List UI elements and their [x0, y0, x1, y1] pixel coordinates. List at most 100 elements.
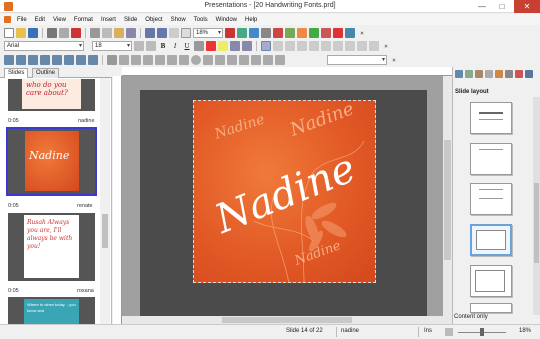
more-icon[interactable]: »	[357, 28, 367, 38]
indent-icon[interactable]	[345, 40, 355, 51]
properties-icon[interactable]	[505, 70, 513, 78]
canvas-horizontal-scrollbar[interactable]	[122, 316, 444, 324]
pdf-icon[interactable]	[71, 27, 81, 38]
transition-icon[interactable]	[485, 70, 493, 78]
animation-icon[interactable]	[495, 70, 503, 78]
redo-icon[interactable]	[157, 27, 167, 38]
subscript-icon[interactable]	[242, 40, 252, 51]
gallery-icon[interactable]	[525, 70, 533, 78]
design-icon[interactable]	[465, 70, 473, 78]
chart-icon[interactable]	[249, 27, 259, 38]
polygon-icon[interactable]	[203, 54, 213, 65]
minimize-button[interactable]: —	[472, 0, 492, 13]
numbering-icon[interactable]	[321, 40, 331, 51]
sorter-icon[interactable]	[52, 54, 62, 65]
menu-tools[interactable]: Tools	[190, 17, 212, 23]
layout-framed[interactable]	[470, 265, 512, 297]
pencil-icon[interactable]	[143, 54, 153, 65]
objects-icon[interactable]	[515, 70, 523, 78]
master-icon[interactable]	[16, 54, 26, 65]
print-preview-icon[interactable]	[59, 27, 69, 38]
scrollbar-thumb[interactable]	[444, 140, 451, 260]
layout-two-lines[interactable]	[470, 183, 512, 215]
tab-outline[interactable]: Outline	[32, 68, 60, 78]
scrollbar-thumb[interactable]	[102, 214, 108, 248]
new-icon[interactable]	[4, 27, 14, 38]
zoom-icon[interactable]	[169, 27, 179, 38]
slide-pane-scrollbar[interactable]	[100, 78, 110, 328]
shape-icon[interactable]	[297, 27, 307, 38]
menu-app-icon[interactable]	[4, 16, 11, 23]
color-icon[interactable]	[475, 70, 483, 78]
menu-slide[interactable]: Slide	[120, 17, 141, 23]
font-size-combo[interactable]: 18	[92, 40, 132, 51]
arrow-icon[interactable]	[131, 54, 141, 65]
maximize-button[interactable]: □	[492, 0, 512, 13]
scrollbar-thumb[interactable]	[534, 183, 539, 263]
connector-icon[interactable]	[167, 54, 177, 65]
align-objects-icon[interactable]	[275, 54, 285, 65]
cut-icon[interactable]	[90, 27, 100, 38]
close-button[interactable]: ✕	[514, 0, 540, 13]
line-icon[interactable]	[119, 54, 129, 65]
notes-icon[interactable]	[40, 54, 50, 65]
green-icon[interactable]	[309, 27, 319, 38]
rounded-rect-icon[interactable]	[227, 54, 237, 65]
menu-show[interactable]: Show	[167, 17, 190, 23]
layout-view-icon[interactable]	[455, 70, 463, 78]
rectangle-icon[interactable]	[179, 54, 189, 65]
layout-scrollbar[interactable]	[533, 97, 540, 315]
menu-view[interactable]: View	[49, 17, 70, 23]
copy-icon[interactable]	[102, 27, 112, 38]
align-center-icon[interactable]	[273, 40, 283, 51]
open-icon[interactable]	[16, 27, 26, 38]
align-right-icon[interactable]	[285, 40, 295, 51]
picture-icon[interactable]	[237, 27, 247, 38]
slide-thumbnail[interactable]: Rusah Always you are, I'll always be wit…	[8, 213, 95, 281]
grow-font-icon[interactable]	[134, 40, 144, 51]
record-icon[interactable]	[273, 27, 283, 38]
curve-icon[interactable]	[155, 54, 165, 65]
ellipse-icon[interactable]	[191, 54, 201, 65]
highlight-icon[interactable]	[218, 40, 228, 51]
zoom-combo[interactable]: 18%	[193, 27, 223, 38]
more-object-icon[interactable]: »	[389, 55, 399, 65]
layout-content-only-selected[interactable]	[470, 224, 512, 256]
slide-thumbnail-selected[interactable]: Nadine	[6, 127, 97, 196]
strikethrough-icon[interactable]	[194, 40, 204, 51]
group-icon[interactable]	[263, 54, 273, 65]
star-icon[interactable]	[251, 54, 261, 65]
slideshow-icon[interactable]	[345, 27, 355, 38]
layout-title-content[interactable]	[470, 102, 512, 134]
line-spacing-icon[interactable]	[357, 40, 367, 51]
search-icon[interactable]	[181, 27, 191, 38]
save-icon[interactable]	[28, 27, 38, 38]
paste-icon[interactable]	[114, 27, 124, 38]
view-icon[interactable]	[445, 328, 453, 336]
callout-icon[interactable]	[239, 54, 249, 65]
text-box-icon[interactable]	[215, 54, 225, 65]
paragraph-icon[interactable]	[369, 40, 379, 51]
format-painter-icon[interactable]	[126, 27, 136, 38]
underline-button[interactable]: U	[182, 41, 192, 51]
font-combo[interactable]: Arial	[4, 40, 84, 51]
canvas-vertical-scrollbar[interactable]	[443, 76, 452, 324]
slide-content[interactable]: Nadine Nadine Nadine Nadine	[193, 100, 376, 283]
menu-window[interactable]: Window	[212, 17, 241, 23]
slide-icon[interactable]	[4, 54, 14, 65]
outdent-icon[interactable]	[333, 40, 343, 51]
shrink-font-icon[interactable]	[146, 40, 156, 51]
bold-button[interactable]: B	[158, 41, 168, 51]
layout-blank-top[interactable]	[470, 143, 512, 175]
align-left-icon[interactable]	[261, 40, 271, 51]
bullets-icon[interactable]	[309, 40, 319, 51]
outline-view-icon[interactable]	[64, 54, 74, 65]
print-icon[interactable]	[47, 27, 57, 38]
handout-icon[interactable]	[28, 54, 38, 65]
font-color-icon[interactable]	[206, 40, 216, 51]
layout-partial[interactable]	[470, 303, 512, 313]
superscript-icon[interactable]	[230, 40, 240, 51]
style-combo[interactable]	[327, 54, 387, 65]
undo-icon[interactable]	[145, 27, 155, 38]
slide-thumbnail[interactable]: Where to when today ...you know and	[8, 297, 95, 324]
